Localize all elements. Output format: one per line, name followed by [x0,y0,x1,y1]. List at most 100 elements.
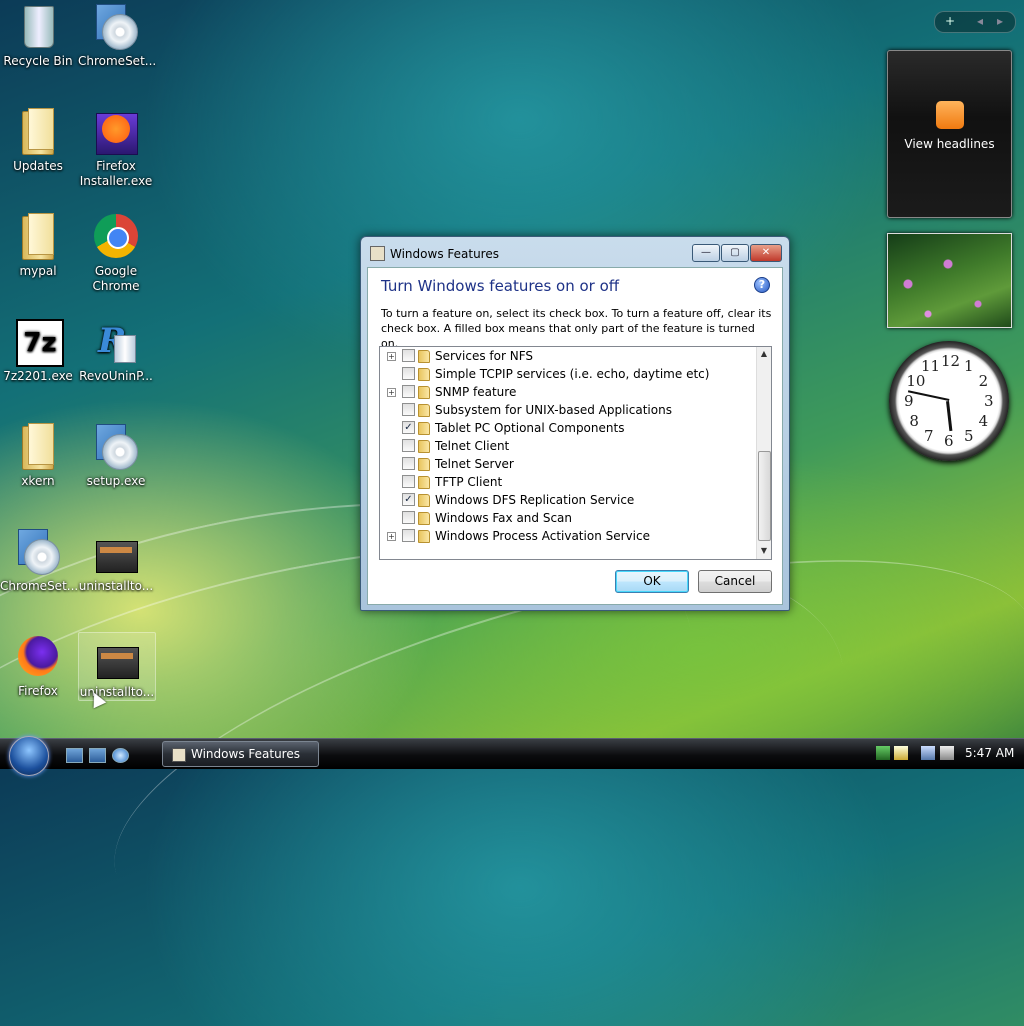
scrollbar-thumb[interactable] [758,451,771,541]
feature-checkbox[interactable]: ✓ [402,421,415,434]
setup-disc-icon [92,422,140,470]
setup-disc-icon [92,2,140,50]
feature-item[interactable]: ✓ Tablet PC Optional Components [380,419,755,437]
volume-muted-icon[interactable] [940,746,954,760]
desktop-icon-label: Updates [13,159,63,173]
desktop-icon[interactable]: Google Chrome [78,212,154,294]
firefox-installer-icon [92,107,140,155]
folder-icon [418,440,430,453]
gadget-toolbar[interactable]: + ◂ ▸ [934,11,1016,33]
feature-item[interactable]: Simple TCPIP services (i.e. echo, daytim… [380,365,755,383]
desktop-icon-label: Google Chrome [92,264,140,293]
desktop-icon[interactable]: Updates [0,107,76,174]
feature-item[interactable]: TFTP Client [380,473,755,491]
desktop-icon[interactable]: 7z 7z2201.exe [0,317,76,384]
folder-icon [418,530,430,543]
switch-windows-icon[interactable] [89,748,106,763]
feature-checkbox[interactable] [402,385,415,398]
internet-explorer-icon[interactable] [112,748,129,763]
desktop-icon[interactable]: Recycle Bin [0,2,76,69]
clock-number: 7 [924,426,934,445]
windows-features-icon [172,748,186,762]
feature-item[interactable]: Telnet Client [380,437,755,455]
feature-item[interactable]: + Windows Process Activation Service [380,527,755,545]
expand-icon[interactable]: + [387,352,396,361]
start-button[interactable] [9,736,49,776]
recycle-bin-icon [14,2,62,50]
desktop-icon[interactable]: Firefox [0,632,76,699]
cancel-button[interactable]: Cancel [698,570,772,593]
show-desktop-icon[interactable] [66,748,83,763]
feature-checkbox[interactable] [402,475,415,488]
desktop-icon[interactable]: R RevoUninP... [78,317,154,384]
feature-label: Tablet PC Optional Components [435,421,625,435]
clock-time[interactable]: 5:47 AM [965,746,1014,760]
network-icon[interactable] [921,746,935,760]
folder-icon [418,458,430,471]
uninstall-tool-icon [93,633,141,681]
feature-label: Services for NFS [435,349,534,363]
desktop-icon[interactable]: ChromeSet... [78,2,156,69]
folder-icon [14,212,62,260]
feature-item[interactable]: Subsystem for UNIX-based Applications [380,401,755,419]
feature-checkbox[interactable] [402,349,415,362]
expand-icon[interactable]: + [387,532,396,541]
vertical-scrollbar[interactable]: ▲ ▼ [756,347,771,559]
feature-checkbox[interactable] [402,367,415,380]
desktop-icon[interactable]: setup.exe [78,422,154,489]
desktop-icon[interactable]: Firefox Installer.exe [78,107,154,189]
expand-icon[interactable]: + [387,388,396,397]
title-bar[interactable]: Windows Features — ▢ ✕ [361,237,789,267]
close-button[interactable]: ✕ [750,244,782,262]
feature-label: Telnet Server [435,457,514,471]
clock-number: 8 [909,412,919,430]
firefox-icon [14,632,62,680]
clock-hour-hand [946,401,953,432]
feature-checkbox[interactable] [402,529,415,542]
folder-icon [418,494,430,507]
desktop-icon[interactable]: xkern [0,422,76,489]
desktop-icon[interactable]: ChromeSet... [0,527,79,594]
desktop-icon-label: Recycle Bin [3,54,73,68]
slideshow-gadget[interactable] [887,233,1012,328]
feature-checkbox[interactable]: ✓ [402,493,415,506]
help-icon[interactable]: ? [754,277,770,293]
feature-checkbox[interactable] [402,439,415,452]
windows-defender-icon[interactable] [876,746,890,760]
uninstall-tool-icon [92,527,140,575]
security-center-icon[interactable] [894,746,908,760]
window-title: Windows Features [390,247,499,261]
feature-checkbox[interactable] [402,403,415,416]
next-arrow-icon[interactable]: ▸ [997,14,1003,28]
previous-arrow-icon[interactable]: ◂ [977,14,983,28]
minimize-button[interactable]: — [692,244,720,262]
feature-item[interactable]: + SNMP feature [380,383,755,401]
feature-item[interactable]: ✓ Windows DFS Replication Service [380,491,755,509]
desktop-icon[interactable]: mypal [0,212,76,279]
scroll-up-arrow-icon[interactable]: ▲ [757,347,771,361]
desktop-icon-label: mypal [19,264,57,278]
feature-label: Simple TCPIP services (i.e. echo, daytim… [435,367,710,381]
desktop-icon-label: Firefox [18,684,58,698]
feature-item[interactable]: Telnet Server [380,455,755,473]
feature-item[interactable]: + Services for NFS [380,347,755,365]
feature-item[interactable]: Windows Fax and Scan [380,509,755,527]
clock-gadget[interactable]: 12 1 2 3 4 5 6 7 8 9 10 11 [889,341,1009,461]
desktop-icon-label: ChromeSet... [0,579,79,593]
desktop-icon[interactable]: uninstallto... [78,527,154,594]
taskbar-button-windows-features[interactable]: Windows Features [162,741,319,767]
scroll-down-arrow-icon[interactable]: ▼ [757,544,771,558]
maximize-button[interactable]: ▢ [721,244,749,262]
clock-number: 3 [984,392,994,410]
feature-checkbox[interactable] [402,457,415,470]
windows-features-dialog: Windows Features — ▢ ✕ Turn Windows feat… [360,236,790,611]
folder-icon [418,350,430,363]
desktop-icon[interactable]: uninstallto... [78,632,156,701]
feed-headlines-gadget[interactable]: View headlines [887,50,1012,218]
desktop-icon-label: Firefox Installer.exe [79,159,153,188]
dialog-heading: Turn Windows features on or off [381,277,620,295]
dialog-content: Turn Windows features on or off ? To tur… [367,267,783,605]
feature-checkbox[interactable] [402,511,415,524]
ok-button[interactable]: OK [615,570,689,593]
add-gadget-icon[interactable]: + [945,14,955,28]
